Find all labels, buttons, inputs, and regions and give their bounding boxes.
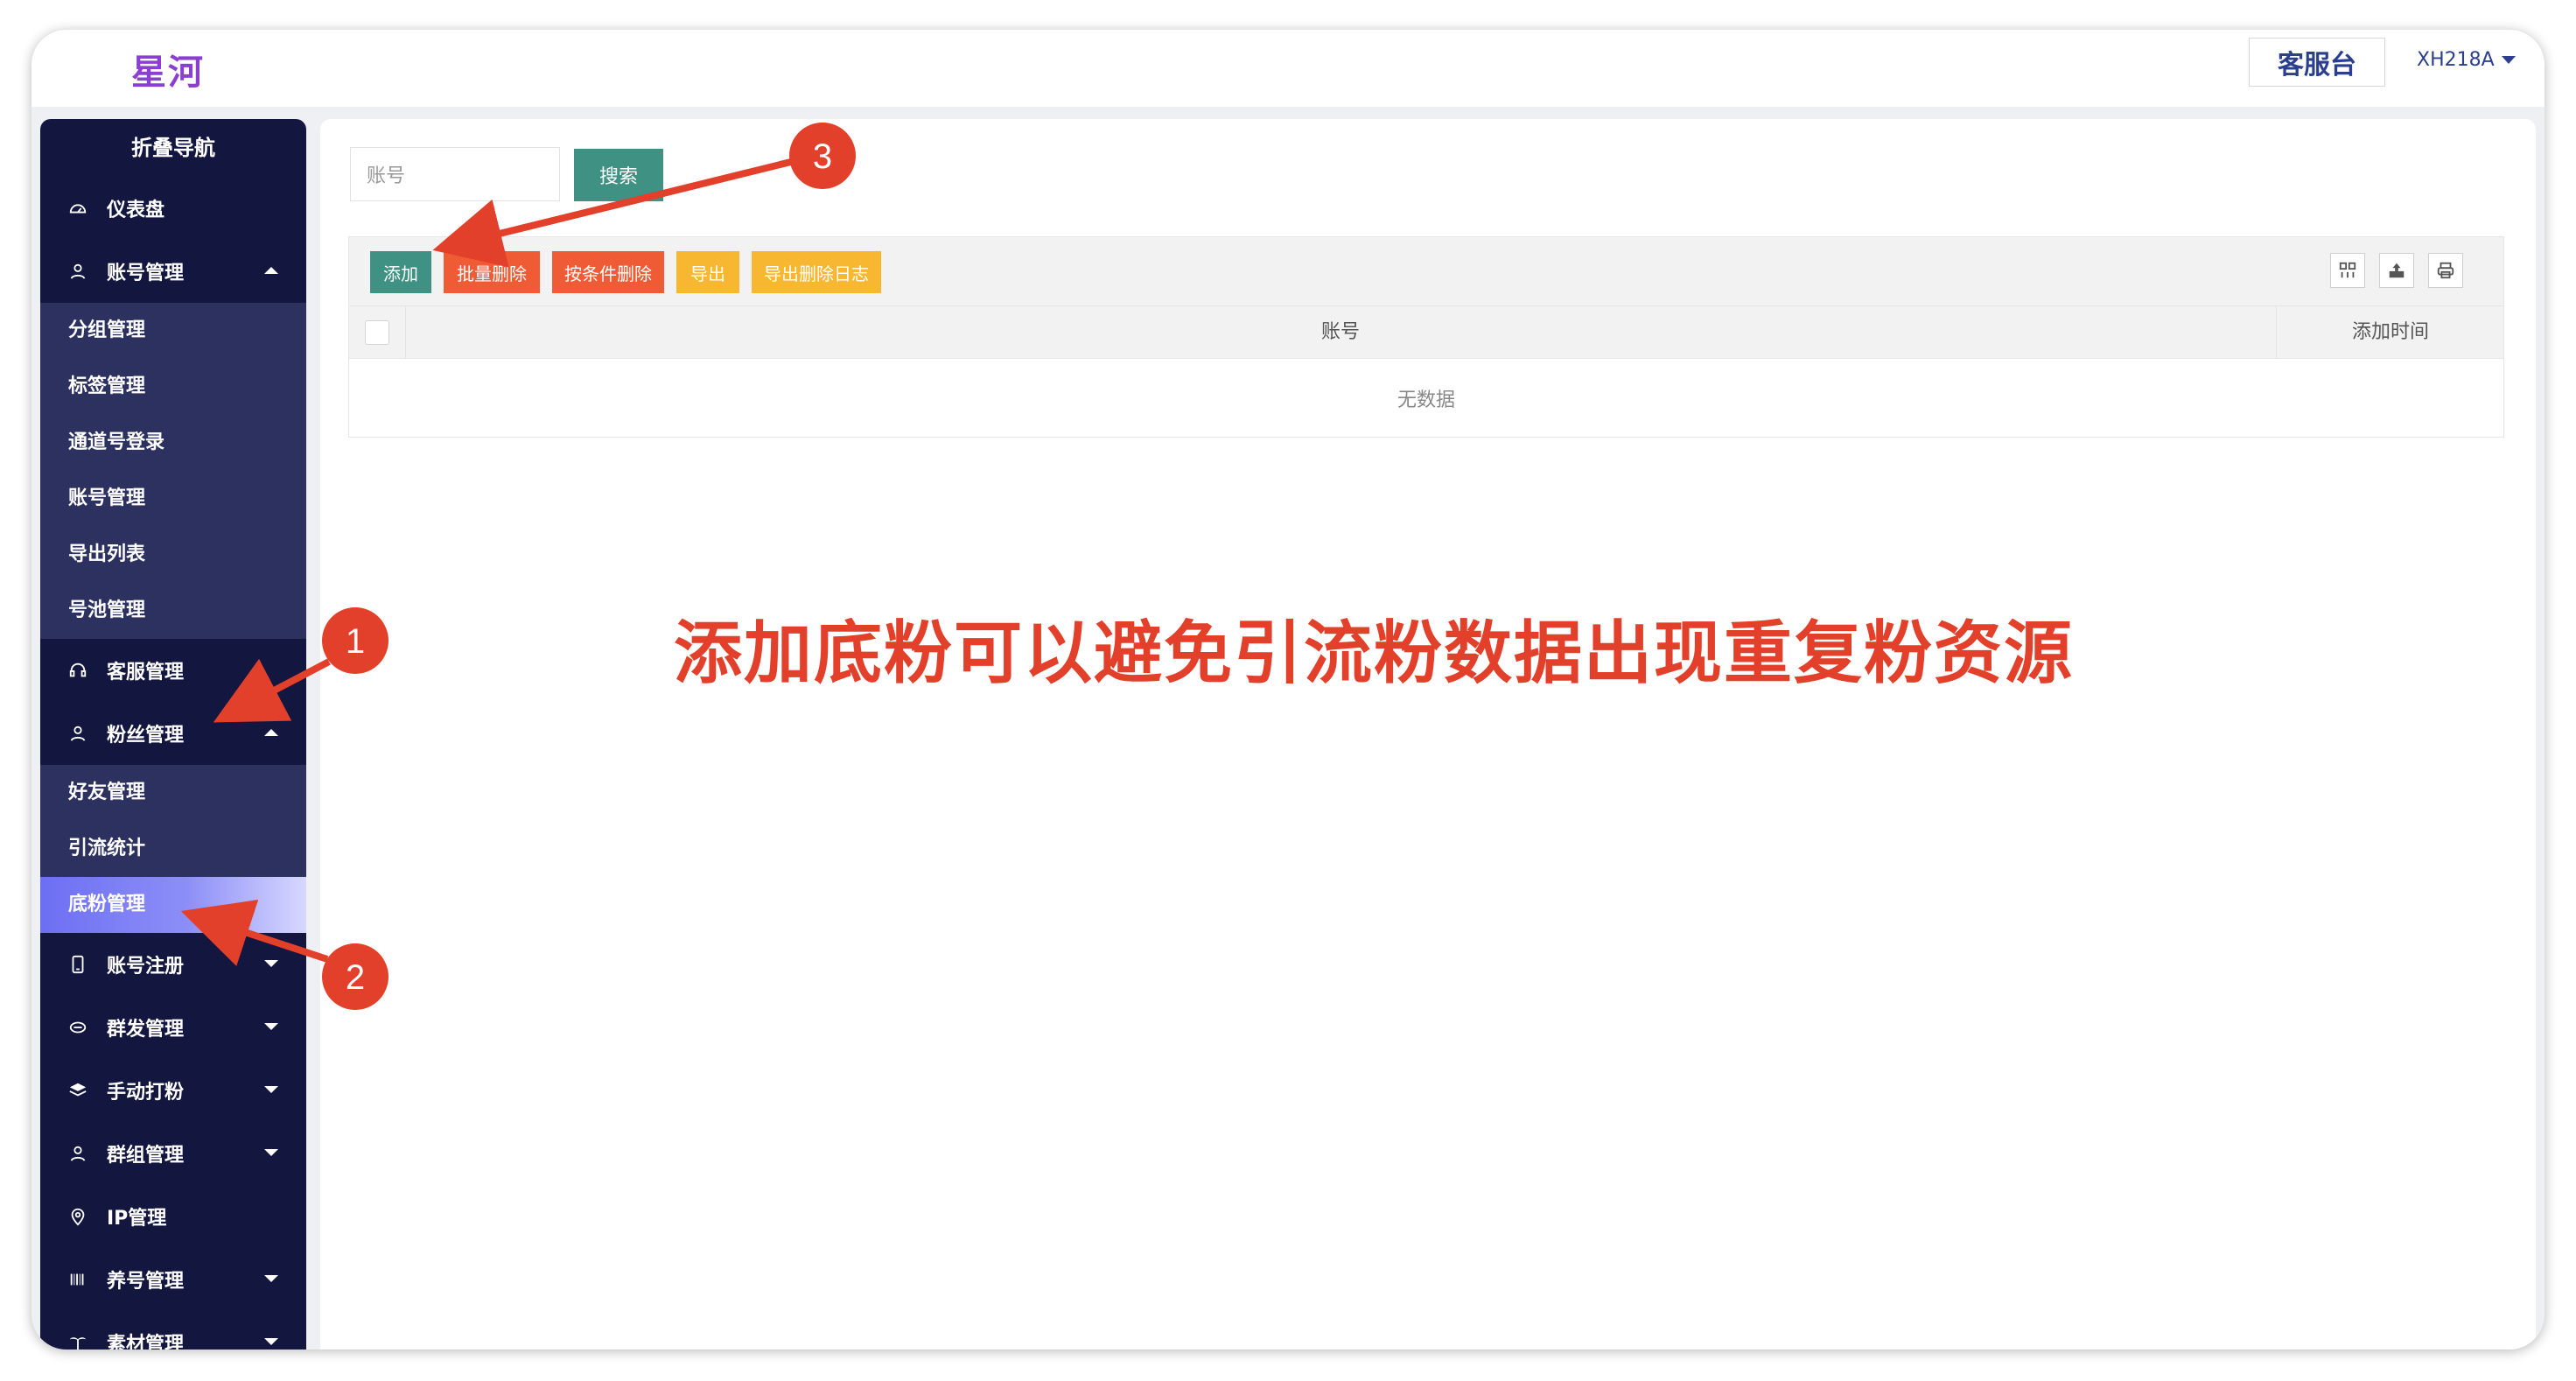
annotation-arrow-1	[213, 658, 331, 723]
annotation-marker-3: 3	[789, 123, 856, 189]
annotation-marker-2: 2	[322, 943, 388, 1010]
annotation-arrow-2	[180, 900, 329, 966]
svg-text:1: 1	[346, 622, 365, 661]
annotation-overlay: 1 2 3	[180, 123, 856, 1010]
svg-text:3: 3	[813, 137, 832, 176]
annotation-arrow-3	[432, 158, 795, 268]
svg-text:2: 2	[346, 958, 365, 997]
annotation-marker-1: 1	[322, 607, 388, 674]
